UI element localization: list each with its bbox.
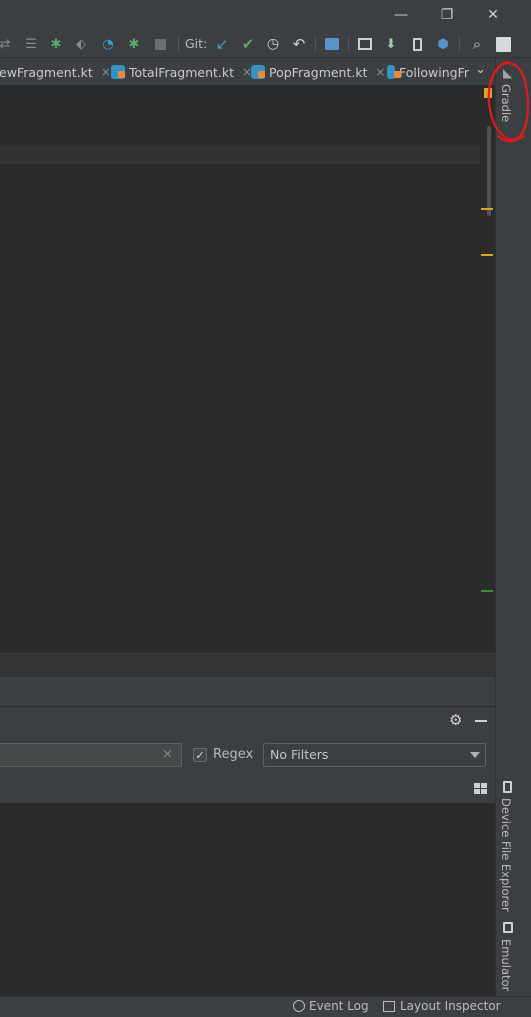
avd-icon[interactable]	[356, 35, 374, 53]
tab-totalfragment[interactable]: TotalFragment.kt ×	[111, 58, 252, 86]
toolbar-divider	[315, 36, 316, 52]
warning-mark[interactable]	[481, 208, 493, 210]
annotation-circle	[487, 60, 529, 143]
device-icon	[503, 781, 512, 793]
kotlin-file-icon	[251, 65, 265, 79]
restore-button[interactable]: ❐	[424, 0, 470, 30]
tool-window-header: ⚙	[0, 706, 495, 734]
search-icon[interactable]: ⌕	[468, 35, 486, 53]
git-update-icon[interactable]: ↙	[213, 35, 231, 53]
editor-scrollbar[interactable]	[481, 86, 495, 653]
list-icon[interactable]: ☰	[22, 35, 40, 53]
git-rollback-icon[interactable]: ↶	[290, 35, 308, 53]
kotlin-file-icon	[111, 65, 125, 79]
tool-window-tabs	[0, 677, 495, 706]
package-icon[interactable]: ⬢	[434, 35, 452, 53]
tab-label: PopFragment.kt	[269, 64, 368, 80]
debug-icon[interactable]: ✱	[47, 35, 65, 53]
device-manager-icon[interactable]	[408, 35, 426, 53]
warning-mark[interactable]	[481, 254, 493, 256]
right-tool-stripe: ◣ Gradle Device File Explorer Emulator	[495, 58, 531, 996]
profile-icon[interactable]: ◔	[99, 35, 117, 53]
avatar-icon[interactable]	[494, 35, 512, 53]
log-toolbar	[0, 776, 495, 804]
toolbar-divider	[348, 36, 349, 52]
log-search-input[interactable]: ×	[0, 743, 182, 767]
tab-label: FollowingFr	[399, 64, 469, 80]
tab-close-icon[interactable]: ×	[376, 65, 386, 79]
minimize-button[interactable]: —	[378, 0, 424, 30]
sdk-icon[interactable]: ⬇	[382, 35, 400, 53]
status-bar: Event Log Layout Inspector	[0, 996, 531, 1017]
editor-breadcrumb-bar	[0, 653, 495, 677]
layout-icon[interactable]	[474, 783, 487, 794]
close-window-button[interactable]: ✕	[470, 0, 516, 30]
tab-ewfragment[interactable]: ewFragment.kt ×	[0, 58, 111, 86]
layout-inspector-button[interactable]: Layout Inspector	[383, 999, 501, 1013]
tab-close-icon[interactable]: ×	[101, 65, 111, 79]
git-commit-icon[interactable]: ✔	[239, 35, 257, 53]
kotlin-file-icon	[387, 65, 402, 79]
toolbar-divider	[459, 36, 460, 52]
emulator-tool-button[interactable]: Emulator	[499, 939, 513, 991]
filters-value: No Filters	[270, 747, 329, 762]
tab-label: ewFragment.kt	[0, 64, 93, 80]
debug-run-icon[interactable]: ✱	[125, 35, 143, 53]
event-log-button[interactable]: Event Log	[293, 999, 369, 1013]
current-line-highlight	[0, 146, 480, 164]
tab-label: TotalFragment.kt	[129, 64, 235, 80]
tab-popfragment[interactable]: PopFragment.kt ×	[251, 58, 386, 86]
regex-label: Regex	[213, 747, 254, 762]
sync-icon[interactable]: ⇄	[0, 35, 14, 53]
layout-inspector-icon	[383, 1000, 395, 1012]
title-bar: — ❐ ✕	[0, 0, 531, 30]
event-log-label: Event Log	[309, 999, 369, 1013]
emulator-icon	[503, 922, 513, 933]
device-file-explorer-tool-button[interactable]: Device File Explorer	[499, 798, 513, 912]
git-label: Git:	[185, 36, 208, 51]
project-structure-icon[interactable]	[323, 35, 341, 53]
tab-followingfragment[interactable]: FollowingFr	[387, 58, 469, 86]
code-editor[interactable]	[0, 86, 495, 653]
ok-mark[interactable]	[481, 590, 493, 592]
editor-tabs: ewFragment.kt × TotalFragment.kt × PopFr…	[0, 58, 495, 86]
main-toolbar: ⇄ ☰ ✱ ⬖ ◔ ✱ Git: ↙ ✔ ◷ ↶ ⬇ ⬢ ⌕	[0, 30, 531, 58]
filters-dropdown[interactable]: No Filters	[263, 743, 486, 767]
event-log-icon	[293, 1000, 305, 1012]
regex-checkbox[interactable]: ✓	[193, 748, 207, 762]
clear-search-icon[interactable]: ×	[162, 747, 173, 762]
stop-icon[interactable]	[151, 35, 169, 53]
chevron-down-icon	[470, 752, 480, 758]
toolbar-divider	[178, 36, 179, 52]
hide-panel-icon[interactable]	[475, 720, 487, 722]
gear-icon[interactable]: ⚙	[449, 711, 462, 729]
log-output[interactable]	[0, 804, 495, 996]
layout-inspector-label: Layout Inspector	[400, 999, 501, 1013]
attach-icon[interactable]: ⬖	[72, 35, 90, 53]
git-history-icon[interactable]: ◷	[264, 35, 282, 53]
